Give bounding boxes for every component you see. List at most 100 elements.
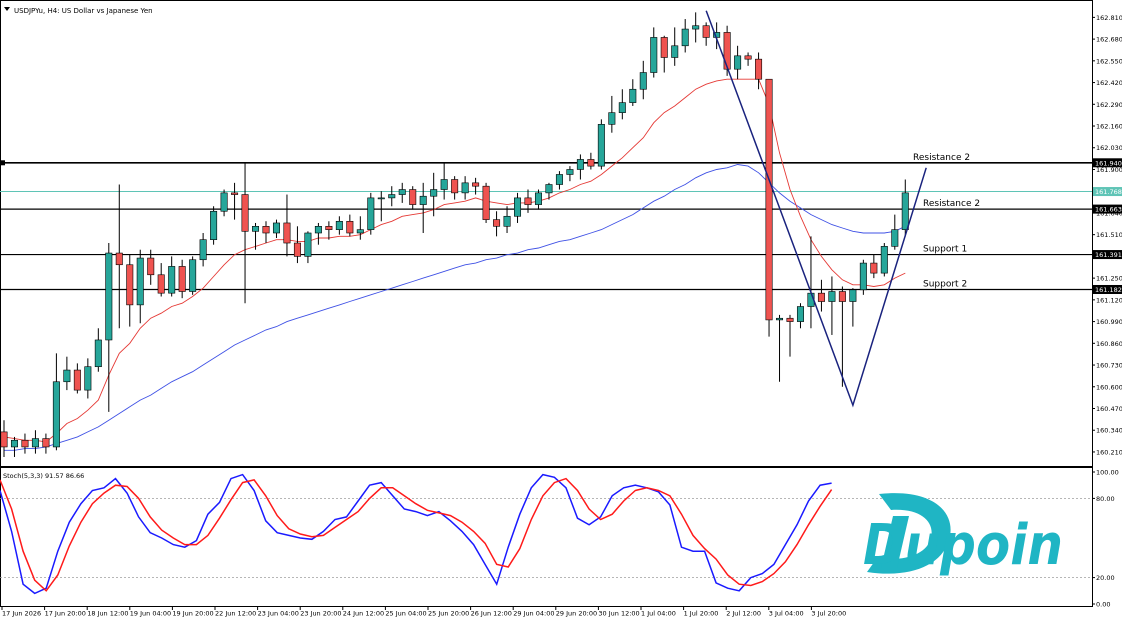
price-tag-label: 161.182 (1095, 286, 1122, 294)
candle-body (398, 189, 406, 195)
candle-body (283, 222, 291, 244)
candle-body (21, 439, 29, 448)
candle-body (189, 259, 197, 292)
chart-title: USDJPYu, H4: US Dollar vs Japanese Yen (14, 7, 153, 15)
time-tick-label: 30 Jun 12:00 (598, 610, 639, 618)
candle-body (451, 179, 459, 194)
candle-body (503, 215, 511, 227)
candle-body (325, 226, 333, 230)
stoch-tick-label: 0.00 (1096, 601, 1110, 609)
candle-body (304, 232, 312, 257)
time-tick-label: 29 Jun 04:00 (513, 610, 554, 618)
candle-body (440, 179, 448, 190)
candle-body (650, 37, 658, 73)
candle-body (545, 184, 553, 194)
level-label: Support 2 (923, 279, 967, 289)
candle-body (52, 381, 60, 448)
time-tick-label: 3 Jul 04:00 (769, 610, 804, 618)
candle-body (210, 210, 218, 240)
candle-body (63, 369, 71, 383)
time-tick-label: 26 Jun 12:00 (471, 610, 512, 618)
price-tick-label: 162.030 (1096, 144, 1122, 152)
level-label: Resistance 2 (923, 199, 980, 209)
line-anchor-marker (0, 160, 5, 166)
candle-body (388, 194, 396, 199)
candle-body (817, 292, 825, 302)
candle-body (126, 264, 134, 306)
candle-body (639, 72, 647, 90)
candle-body (31, 438, 39, 448)
candle-body (671, 45, 679, 58)
candle-body (723, 32, 731, 70)
time-tick-label: 22 Jun 12:00 (215, 610, 256, 618)
candle-body (272, 222, 280, 234)
time-tick-label: 3 Jul 20:00 (811, 610, 846, 618)
candle-body (482, 185, 490, 220)
chart-svg: USDJPYu, H4: US Dollar vs Japanese Yen Re… (0, 0, 1122, 618)
candle-body (147, 257, 155, 276)
candle-body (157, 274, 165, 294)
time-tick-label: 2 Jul 12:00 (726, 610, 761, 618)
time-tick-label: 17 Jun 2026 (2, 610, 41, 618)
time-tick-label: 1 Jul 20:00 (684, 610, 719, 618)
candle-body (514, 197, 522, 217)
price-tick-label: 162.290 (1096, 101, 1122, 109)
candle-body (356, 229, 364, 234)
candle-body (262, 226, 270, 234)
candle-body (493, 219, 501, 227)
candle-body (765, 78, 773, 321)
candle-body (681, 28, 689, 47)
candle-body (472, 182, 480, 187)
price-tag-label: 161.768 (1095, 188, 1122, 196)
candle-body (901, 192, 909, 230)
price-tick-label: 160.990 (1096, 318, 1122, 326)
candle-body (524, 197, 532, 205)
stoch-tick-label: 100.00 (1096, 469, 1119, 477)
candle-body (0, 431, 8, 448)
candle-body (576, 159, 584, 170)
candle-body (105, 252, 113, 341)
candle-body (597, 124, 605, 167)
candle-body (555, 174, 563, 185)
price-tag-label: 161.663 (1095, 206, 1122, 214)
candle-body (419, 195, 427, 205)
time-tick-label: 25 Jun 04:00 (385, 610, 426, 618)
stoch-tick-label: 80.00 (1096, 495, 1115, 503)
candle-body (231, 192, 239, 195)
candle-body (314, 226, 322, 234)
price-tick-label: 162.810 (1096, 14, 1122, 22)
price-tick-label: 160.600 (1096, 383, 1122, 391)
candle-body (744, 55, 752, 60)
candle-body (587, 159, 595, 167)
candle-body (10, 439, 18, 448)
time-tick-label: 25 Jun 20:00 (428, 610, 469, 618)
price-tag-label: 161.940 (1095, 159, 1122, 167)
candle-body (776, 317, 784, 321)
candle-body (199, 239, 207, 261)
candle-body (692, 25, 700, 30)
price-tick-label: 160.340 (1096, 427, 1122, 435)
candle-body (94, 339, 102, 368)
price-tick-label: 162.680 (1096, 36, 1122, 44)
candle-body (84, 366, 92, 391)
candle-body (702, 25, 710, 38)
candle-body (42, 438, 50, 448)
time-tick-label: 23 Jun 20:00 (300, 610, 341, 618)
candle-body (367, 197, 375, 230)
candle-body (136, 257, 144, 306)
candle-body (734, 55, 742, 70)
candle-body (252, 226, 260, 232)
candle-body (168, 266, 176, 294)
candle-body (335, 220, 343, 230)
candle-body (241, 194, 249, 232)
candle-body (849, 289, 857, 302)
candle-body (178, 266, 186, 292)
candle-body (409, 189, 417, 205)
stoch-tick-label: 20.00 (1096, 574, 1115, 582)
price-tick-label: 162.160 (1096, 123, 1122, 131)
logo-wordmark: Dupoin (863, 513, 1063, 578)
candle-body (618, 102, 626, 113)
candle-body (828, 291, 836, 302)
price-tick-label: 161.250 (1096, 275, 1122, 283)
time-tick-label: 24 Jun 12:00 (343, 610, 384, 618)
